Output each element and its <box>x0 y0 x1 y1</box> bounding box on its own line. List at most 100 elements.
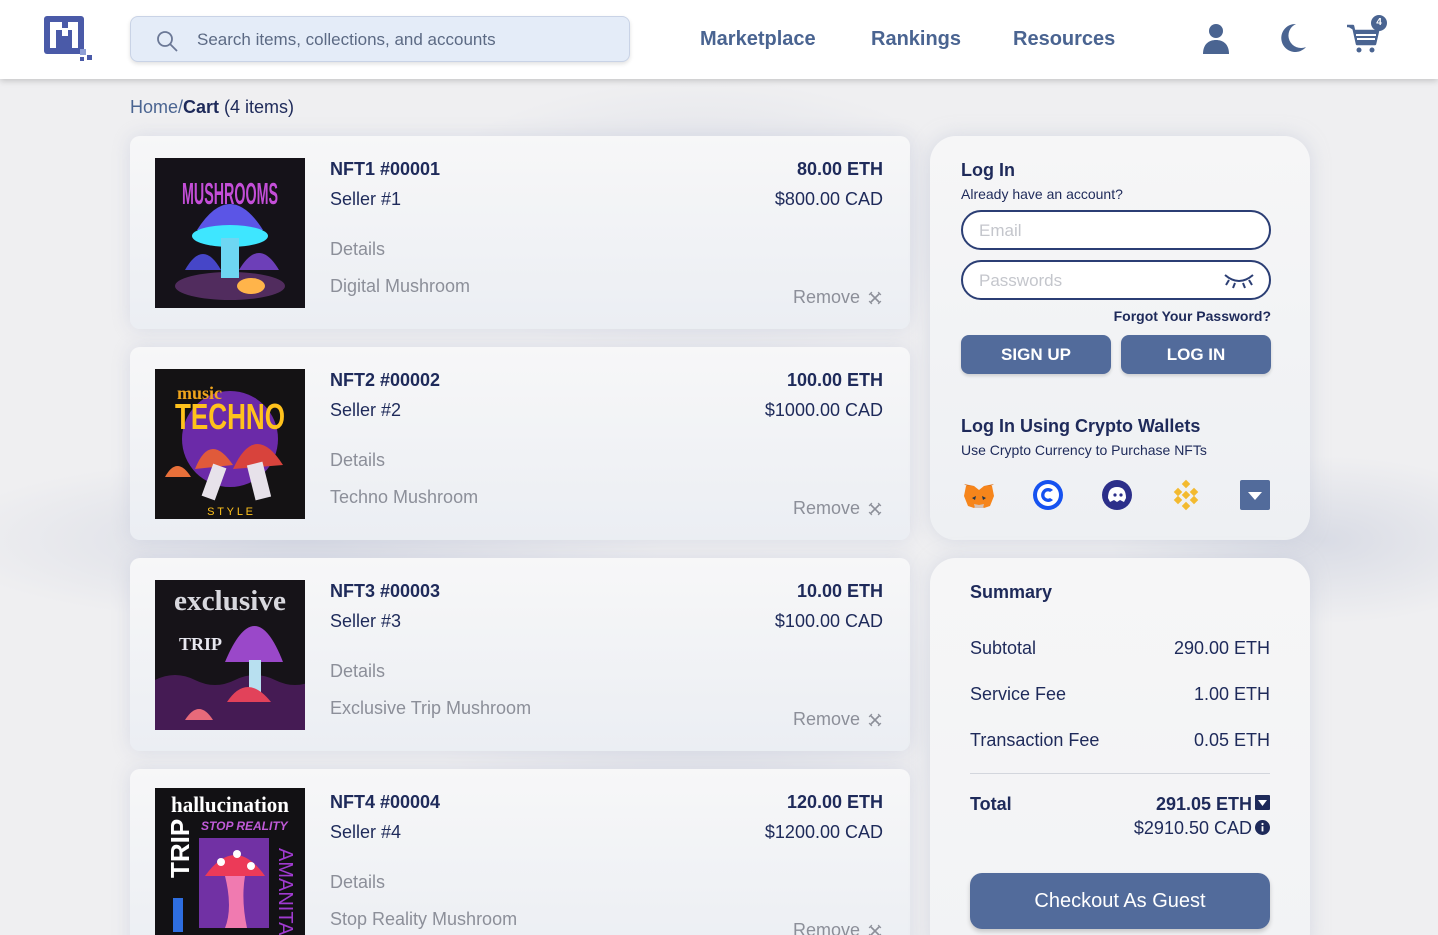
search-input[interactable] <box>197 27 617 53</box>
breadcrumb-home-link[interactable]: Home/ <box>130 97 183 117</box>
info-icon[interactable] <box>1255 820 1270 835</box>
transaction-fee-label: Transaction Fee <box>970 730 1100 750</box>
nft-seller[interactable]: Seller #2 <box>330 400 401 421</box>
email-input[interactable] <box>979 220 1209 242</box>
nft-name[interactable]: NFT2 #00002 <box>330 370 440 391</box>
transaction-fee-value: 0.05 ETH <box>1193 730 1270 750</box>
nft-name[interactable]: NFT3 #00003 <box>330 581 440 602</box>
nft-name[interactable]: NFT1 #00001 <box>330 159 440 180</box>
currency-dropdown-icon[interactable] <box>1255 795 1270 810</box>
nav-marketplace[interactable]: Marketplace <box>700 28 816 51</box>
nft-description: Stop Reality Mushroom <box>330 909 518 929</box>
price-eth: 100.00 ETH <box>786 370 883 390</box>
login-panel: Log In Already have an account? Forgot Y… <box>930 136 1310 540</box>
nft-thumbnail-image[interactable]: exclusive TRIP <box>155 580 305 730</box>
nft-description: Exclusive Trip Mushroom <box>330 698 532 718</box>
wallet-ghost-icon[interactable] <box>1100 478 1134 512</box>
cart-item: hallucination STOP REALITY TRIP AMANITA … <box>130 769 910 935</box>
nft-thumbnail-image[interactable]: music TECHNO S T Y L E <box>155 369 305 519</box>
forgot-password-link[interactable]: Forgot Your Password? <box>1114 308 1271 324</box>
details-label: Details <box>330 661 386 681</box>
nft-thumbnail-image[interactable]: hallucination STOP REALITY TRIP AMANITA <box>155 788 305 935</box>
price-eth: 10.00 ETH <box>796 581 883 601</box>
remove-button[interactable]: Remove <box>793 920 882 935</box>
more-wallets-icon[interactable] <box>1238 478 1272 512</box>
metamask-icon[interactable] <box>962 478 996 512</box>
nft-seller[interactable]: Seller #1 <box>330 189 401 210</box>
service-fee-value: 1.00 ETH <box>1193 684 1270 704</box>
close-icon <box>868 713 882 726</box>
cart-count-badge: 4 <box>1371 15 1387 31</box>
total-eth: 291.05 ETH <box>1155 794 1252 814</box>
nft-name[interactable]: NFT4 #00004 <box>330 792 440 813</box>
search-icon <box>157 31 178 52</box>
nft-description: Digital Mushroom <box>330 276 471 296</box>
dark-mode-moon-icon[interactable] <box>1274 20 1310 56</box>
nft-seller[interactable]: Seller #4 <box>330 822 401 843</box>
price-cad: $100.00 CAD <box>774 611 883 631</box>
eye-closed-icon[interactable] <box>1223 271 1255 289</box>
nft-art-title: hallucination <box>171 792 289 817</box>
remove-label: Remove <box>792 498 860 518</box>
breadcrumb-item-count: (4 items) <box>219 97 295 117</box>
nft-art-side-text-2: AMANITA <box>274 848 296 935</box>
login-subtitle: Already have an account? <box>961 186 1123 202</box>
nft-seller[interactable]: Seller #3 <box>330 611 401 632</box>
search-bar[interactable] <box>130 16 630 62</box>
price-eth: 80.00 ETH <box>796 159 883 179</box>
remove-label: Remove <box>792 287 860 307</box>
nft-art-side-text: TRIP <box>165 819 195 878</box>
nft-art-title: exclusive <box>174 586 286 617</box>
remove-label: Remove <box>792 920 860 935</box>
nft-description: Techno Mushroom <box>330 487 479 507</box>
price-eth: 120.00 ETH <box>786 792 883 812</box>
nft-art-title: TECHNO <box>175 396 285 437</box>
remove-button[interactable]: Remove <box>793 498 882 519</box>
price-cad: $1200.00 CAD <box>764 822 883 842</box>
nav-resources[interactable]: Resources <box>1013 28 1115 51</box>
user-icon[interactable] <box>1198 20 1234 56</box>
remove-button[interactable]: Remove <box>793 287 882 308</box>
breadcrumb-current: Cart <box>183 97 220 117</box>
close-icon <box>868 291 882 304</box>
order-summary-panel: Summary Subtotal 290.00 ETH Service Fee … <box>930 558 1310 935</box>
coinbase-icon[interactable] <box>1031 478 1065 512</box>
remove-label: Remove <box>792 709 860 729</box>
top-navbar: Marketplace Rankings Resources 4 <box>0 0 1438 79</box>
close-icon <box>868 502 882 515</box>
cart-item: MUSHROOMS NFT1 #00001 Seller #1 Details … <box>130 136 910 329</box>
price-cad: $1000.00 CAD <box>764 400 883 420</box>
checkout-as-guest-button[interactable]: Checkout As Guest <box>970 873 1270 929</box>
close-icon <box>868 924 882 935</box>
price-cad: $800.00 CAD <box>774 189 883 209</box>
total-cad: $2910.50 CAD <box>1133 818 1252 838</box>
password-field[interactable] <box>961 260 1271 300</box>
sign-up-button[interactable]: SIGN UP <box>961 335 1111 374</box>
cart-item: exclusive TRIP NFT3 #00003 Seller #3 Det… <box>130 558 910 751</box>
log-in-button[interactable]: LOG IN <box>1121 335 1271 374</box>
crypto-wallet-title: Log In Using Crypto Wallets <box>961 416 1201 436</box>
breadcrumb: Home/Cart (4 items) <box>130 97 294 118</box>
details-label: Details <box>330 239 386 259</box>
remove-button[interactable]: Remove <box>793 709 882 730</box>
summary-title: Summary <box>970 582 1053 602</box>
subtotal-value: 290.00 ETH <box>1173 638 1270 658</box>
password-input[interactable] <box>979 270 1209 292</box>
nft-thumbnail-image[interactable]: MUSHROOMS <box>155 158 305 308</box>
nft-art-subtitle: TRIP <box>179 634 222 654</box>
subtotal-label: Subtotal <box>970 638 1037 658</box>
login-title: Log In <box>961 160 1015 180</box>
email-field[interactable] <box>961 210 1271 250</box>
service-fee-label: Service Fee <box>970 684 1067 704</box>
cart-item: music TECHNO S T Y L E NFT2 #00002 Selle… <box>130 347 910 540</box>
nav-rankings[interactable]: Rankings <box>871 28 961 51</box>
total-label: Total <box>970 794 1012 814</box>
brand-logo-icon[interactable] <box>44 16 94 62</box>
binance-icon[interactable] <box>1169 478 1203 512</box>
summary-divider <box>970 773 1270 774</box>
crypto-wallet-subtitle: Use Crypto Currency to Purchase NFTs <box>961 442 1207 458</box>
nft-art-subtitle: STOP REALITY <box>201 819 289 833</box>
nft-art-footer: S T Y L E <box>207 506 253 518</box>
details-label: Details <box>330 450 386 470</box>
details-label: Details <box>330 872 386 892</box>
